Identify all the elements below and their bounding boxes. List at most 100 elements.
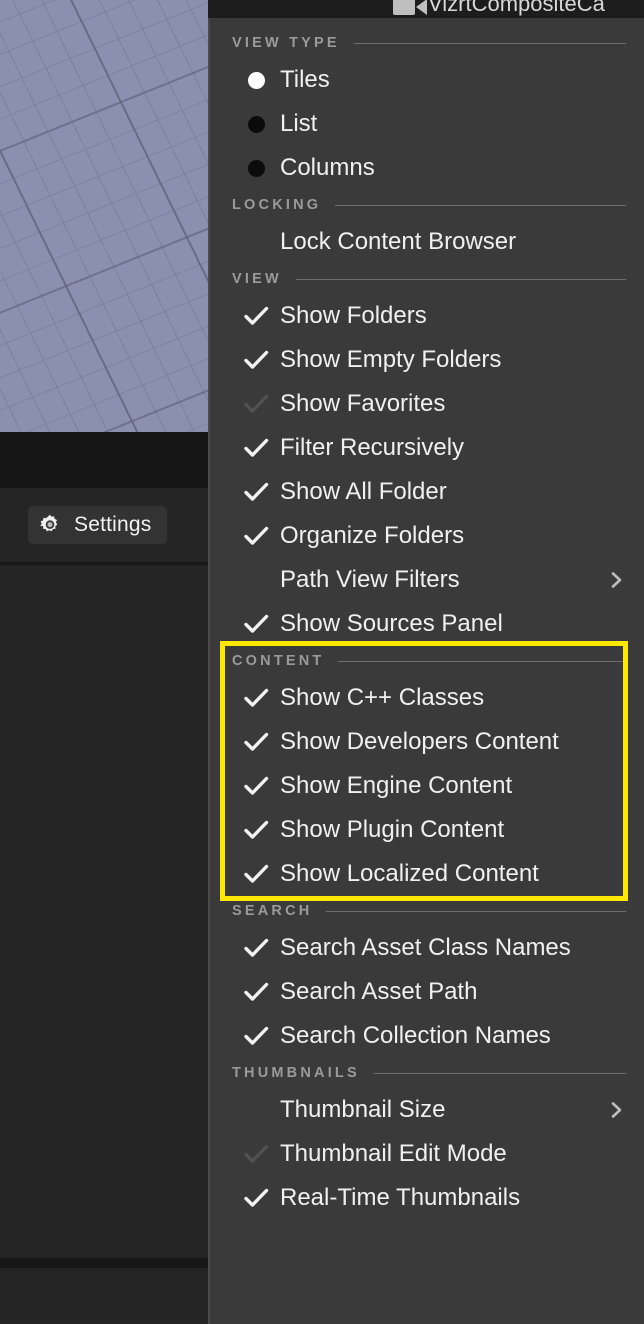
menu-section-locking: LOCKING Lock Content Browser [210,190,644,264]
section-label: SEARCH [232,903,313,919]
level-viewport[interactable] [0,0,208,432]
radio-list-icon[interactable] [247,115,265,133]
menu-section-search: SEARCH Search Asset Class Names Search Ass… [210,896,644,1058]
menu-item-label: Tiles [280,66,330,93]
menu-item-label: Show Engine Content [280,772,513,799]
chevron-right-icon[interactable] [608,571,626,589]
menu-item-label: Thumbnail Edit Mode [280,1140,507,1167]
settings-button[interactable]: Settings [28,506,168,544]
section-label: VIEW [232,271,282,287]
menu-section-view: VIEW Show Folders Show Empty Folders Show F… [210,264,644,646]
radio-columns-icon[interactable] [247,159,265,177]
menu-item-label: Show All Folder [280,478,447,505]
check-icon [241,859,271,889]
menu-item-label: Lock Content Browser [280,228,517,255]
pane-separator [0,1258,208,1268]
section-header-locking: LOCKING [210,190,644,220]
menu-item-show-favorites[interactable]: Show Favorites [210,382,644,426]
radio-slot [232,115,280,133]
check-icon [241,1183,271,1213]
check-icon [241,815,271,845]
menu-section-thumbnails: THUMBNAILS Thumbnail Size Thumbnail Edit M… [210,1058,644,1220]
section-header-view-type: VIEW TYPE [210,28,644,58]
checkmark-slot [232,815,280,845]
menu-item-label: Path View Filters [280,566,460,593]
menu-item-path-view-filters[interactable]: Path View Filters [210,558,644,602]
menu-item-label: Organize Folders [280,522,465,549]
check-icon [241,433,271,463]
menu-item-show-developers-content[interactable]: Show Developers Content [210,720,644,764]
menu-item-search-asset-path[interactable]: Search Asset Path [210,970,644,1014]
check-icon [241,609,271,639]
menu-item-real-time-thumbnails[interactable]: Real-Time Thumbnails [210,1176,644,1220]
menu-item-label: Search Asset Path [280,978,478,1005]
menu-item-show-engine-content[interactable]: Show Engine Content [210,764,644,808]
checkmark-slot [232,609,280,639]
menu-item-thumbnail-edit-mode[interactable]: Thumbnail Edit Mode [210,1132,644,1176]
section-divider [326,910,626,912]
check-icon [241,933,271,963]
gear-icon [38,513,62,537]
menu-item-filter-recursively[interactable]: Filter Recursively [210,426,644,470]
checkmark-slot [232,477,280,507]
section-label: THUMBNAILS [232,1065,360,1081]
menu-item-tiles[interactable]: Tiles [210,58,644,102]
checkmark-slot [232,727,280,757]
viewport-grid-major [0,0,208,432]
menu-item-label: Thumbnail Size [280,1096,446,1123]
section-header-view: VIEW [210,264,644,294]
radio-slot [232,71,280,89]
menu-item-show-cpp-classes[interactable]: Show C++ Classes [210,676,644,720]
menu-item-lock-content-browser[interactable]: Lock Content Browser [210,220,644,264]
check-icon [241,521,271,551]
menu-item-label: Filter Recursively [280,434,465,461]
chevron-right-icon[interactable] [608,1101,626,1119]
section-header-search: SEARCH [210,896,644,926]
checkmark-slot [232,859,280,889]
menu-item-organize-folders[interactable]: Organize Folders [210,514,644,558]
checkmark-slot [232,1021,280,1051]
menu-item-show-all-folder[interactable]: Show All Folder [210,470,644,514]
check-icon [241,771,271,801]
check-icon [241,1021,271,1051]
check-icon [241,1139,271,1169]
menu-item-label: Show Favorites [280,390,446,417]
check-icon [241,977,271,1007]
menu-item-label: List [280,110,318,137]
menu-item-show-empty-folders[interactable]: Show Empty Folders [210,338,644,382]
checkmark-slot [232,301,280,331]
menu-item-columns[interactable]: Columns [210,146,644,190]
settings-button-label: Settings [74,513,152,536]
checkmark-slot [232,433,280,463]
content-browser-pane[interactable] [0,562,208,1262]
menu-item-label: Show Localized Content [280,860,539,887]
menu-section-view-type: VIEW TYPE Tiles List Columns [210,28,644,190]
viewport-titlebar: VizrtCompositeCa [208,0,644,18]
section-label: LOCKING [232,197,322,213]
check-icon [241,389,271,419]
check-icon [241,477,271,507]
checkmark-slot [232,933,280,963]
menu-item-search-collection-names[interactable]: Search Collection Names [210,1014,644,1058]
menu-item-show-plugin-content[interactable]: Show Plugin Content [210,808,644,852]
menu-item-show-sources-panel[interactable]: Show Sources Panel [210,602,644,646]
section-label: VIEW TYPE [232,35,340,51]
menu-item-show-folders[interactable]: Show Folders [210,294,644,338]
menu-item-show-localized-content[interactable]: Show Localized Content [210,852,644,896]
check-icon [241,683,271,713]
check-icon [241,727,271,757]
menu-item-search-asset-class-names[interactable]: Search Asset Class Names [210,926,644,970]
section-header-thumbnails: THUMBNAILS [210,1058,644,1088]
menu-item-list[interactable]: List [210,102,644,146]
checkmark-slot [232,389,280,419]
menu-item-label: Search Asset Class Names [280,934,571,961]
menu-item-label: Real-Time Thumbnails [280,1184,521,1211]
menu-item-thumbnail-size[interactable]: Thumbnail Size [210,1088,644,1132]
radio-tiles-icon[interactable] [247,71,265,89]
menu-item-label: Show Plugin Content [280,816,505,843]
section-divider [338,660,626,662]
screen: Settings VizrtCompositeCa VIEW TYPE Tiles… [0,0,644,1324]
menu-item-label: Show Empty Folders [280,346,502,373]
section-label: CONTENT [232,653,325,669]
view-options-context-menu[interactable]: VIEW TYPE Tiles List Columns LOCKING Lock Con… [208,18,644,1324]
